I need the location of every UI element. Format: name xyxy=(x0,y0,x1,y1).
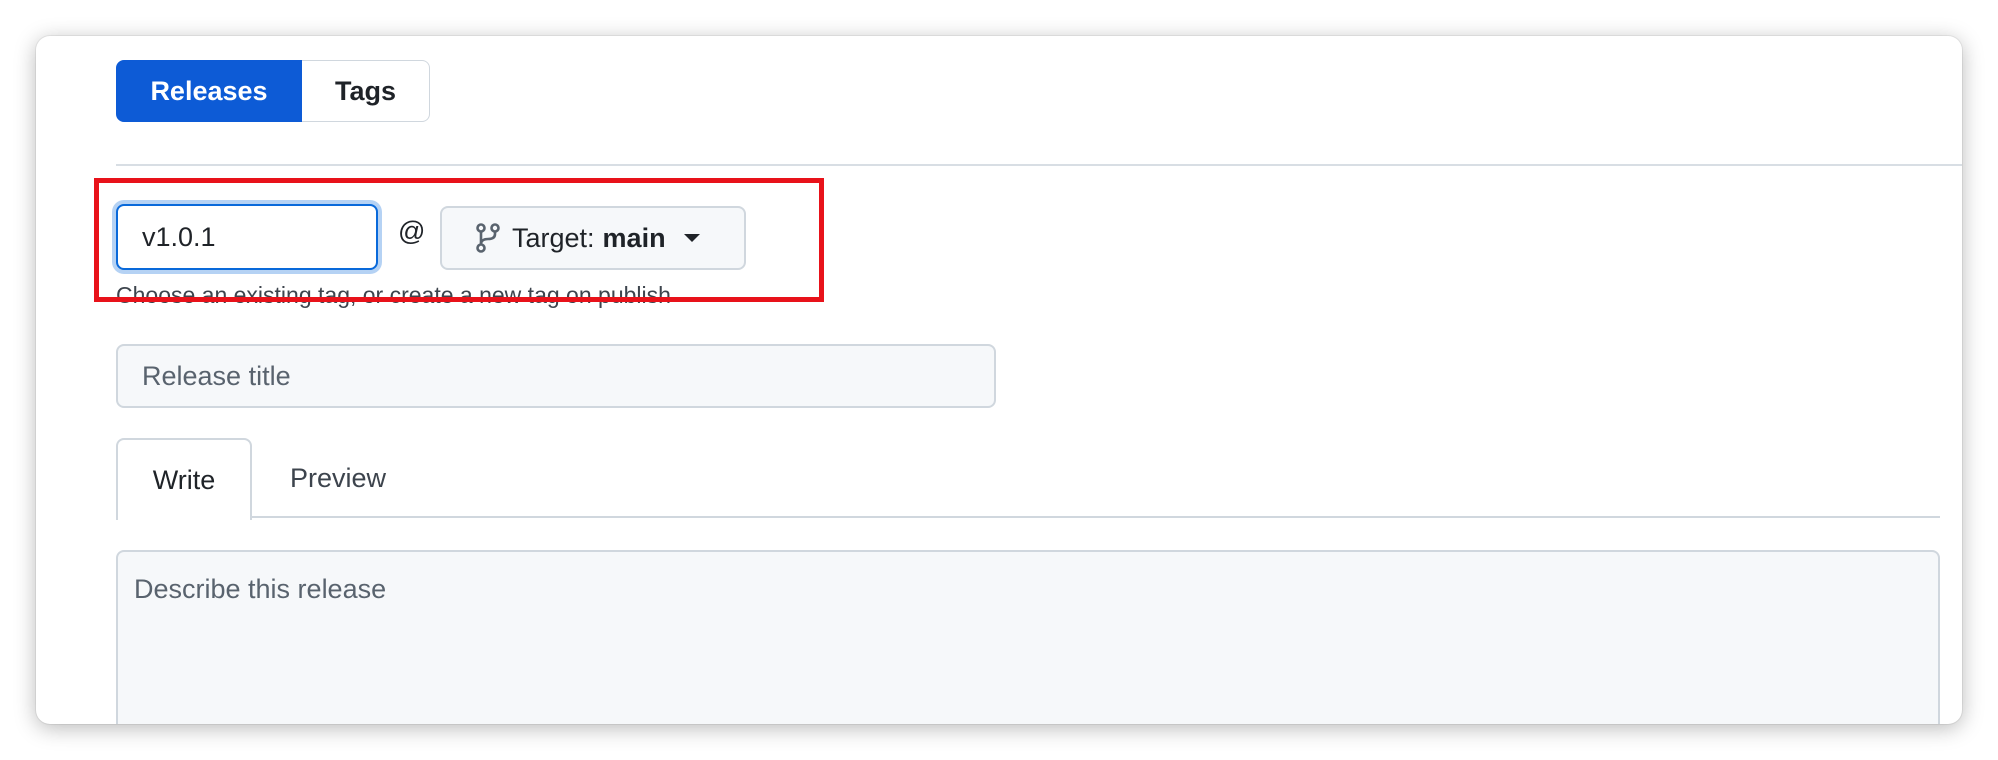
releases-tab-button[interactable]: Releases xyxy=(116,60,302,122)
tags-tab-button[interactable]: Tags xyxy=(302,60,430,122)
annotation-highlight-box xyxy=(94,178,824,302)
tab-write[interactable]: Write xyxy=(116,438,252,520)
editor-tabs: Write Preview xyxy=(116,438,1940,520)
release-description-textarea[interactable] xyxy=(116,550,1940,724)
release-title-input[interactable] xyxy=(116,344,996,408)
tab-preview[interactable]: Preview xyxy=(252,438,424,518)
releases-tags-toggle: Releases Tags xyxy=(116,60,430,122)
release-form-window: Releases Tags @ Target: main Choose an e… xyxy=(36,36,1962,724)
header-divider xyxy=(116,164,1962,166)
